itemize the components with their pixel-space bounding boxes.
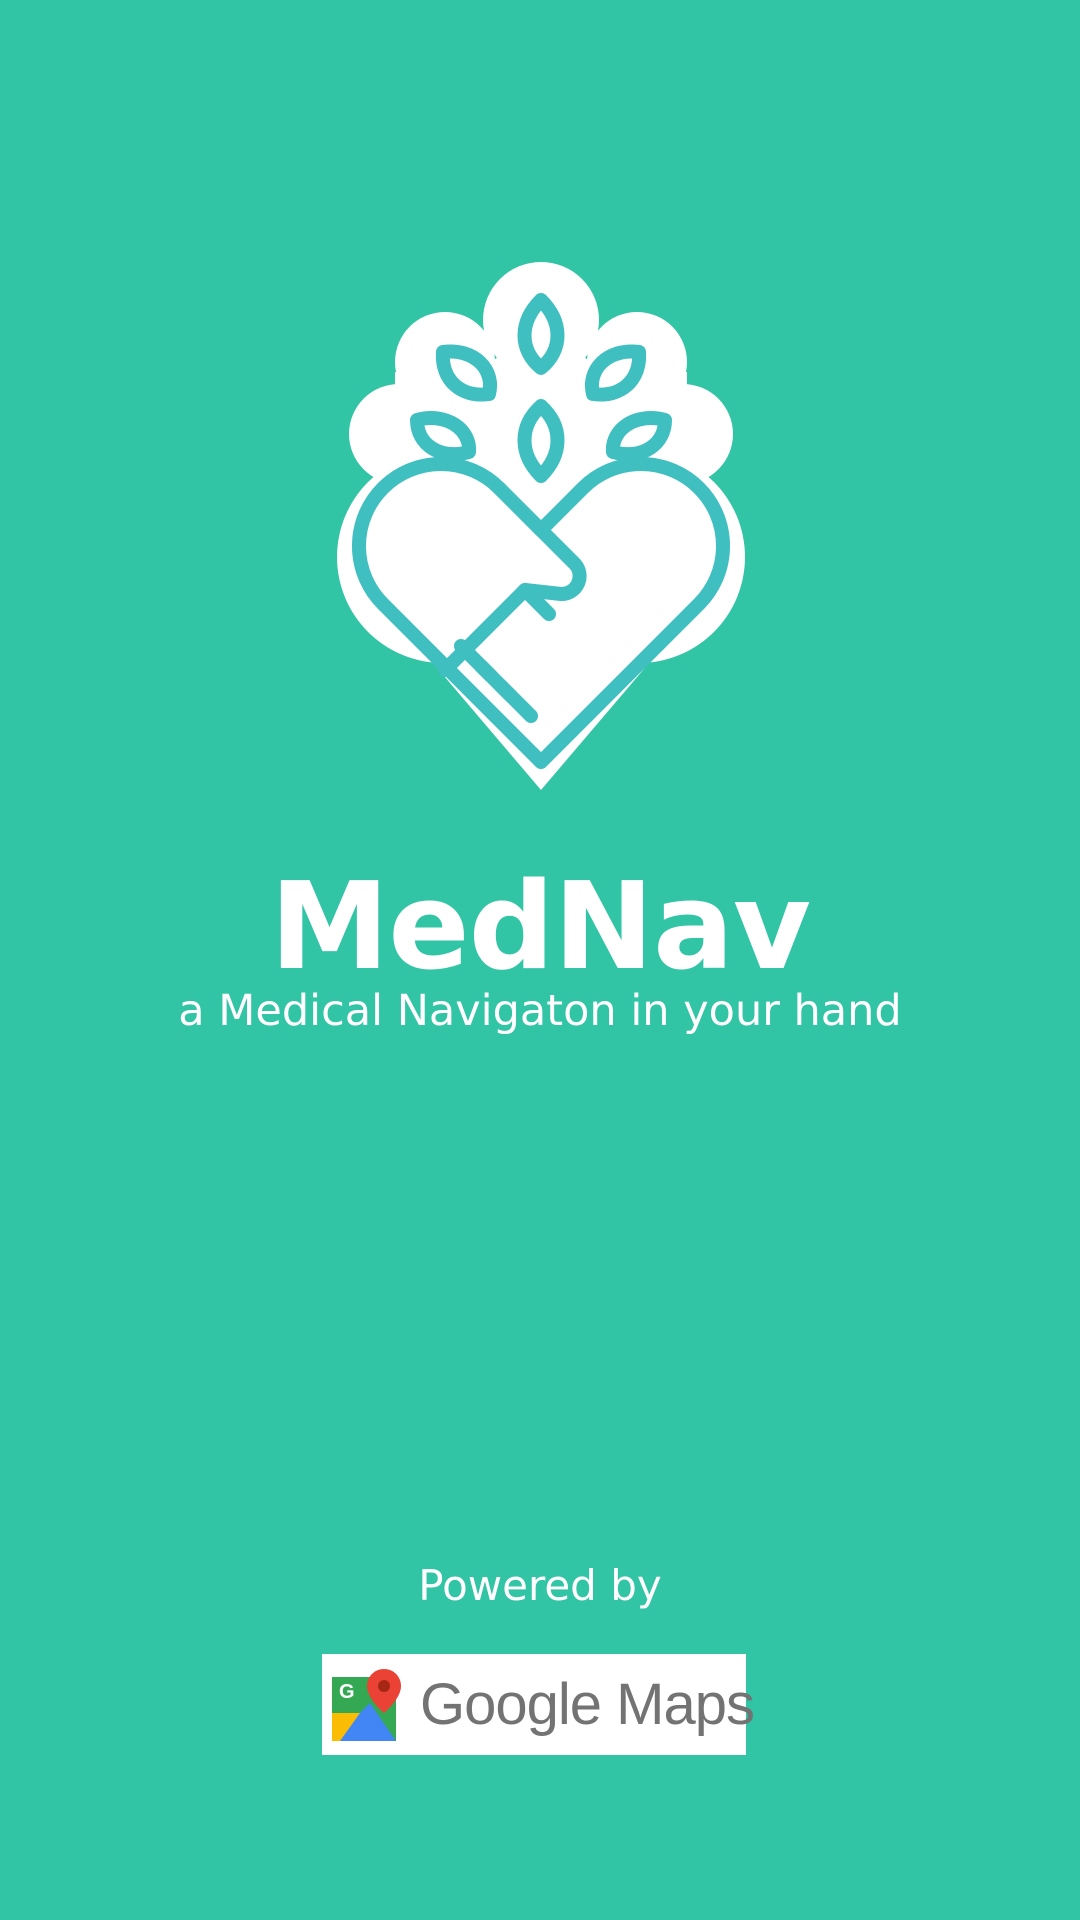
splash-screen: MedNav a Medical Navigaton in your hand … — [0, 0, 1080, 1920]
powered-by-label: Powered by — [418, 1561, 662, 1610]
google-maps-wordmark: Google Maps — [420, 1672, 755, 1737]
app-title: MedNav — [269, 858, 811, 997]
google-maps-badge: G Google Maps — [322, 1654, 755, 1755]
google-maps-pin-icon: G — [332, 1668, 401, 1741]
svg-text:G: G — [339, 1681, 355, 1703]
app-tagline: a Medical Navigaton in your hand — [178, 986, 902, 1036]
mednav-logo-icon — [337, 262, 745, 790]
